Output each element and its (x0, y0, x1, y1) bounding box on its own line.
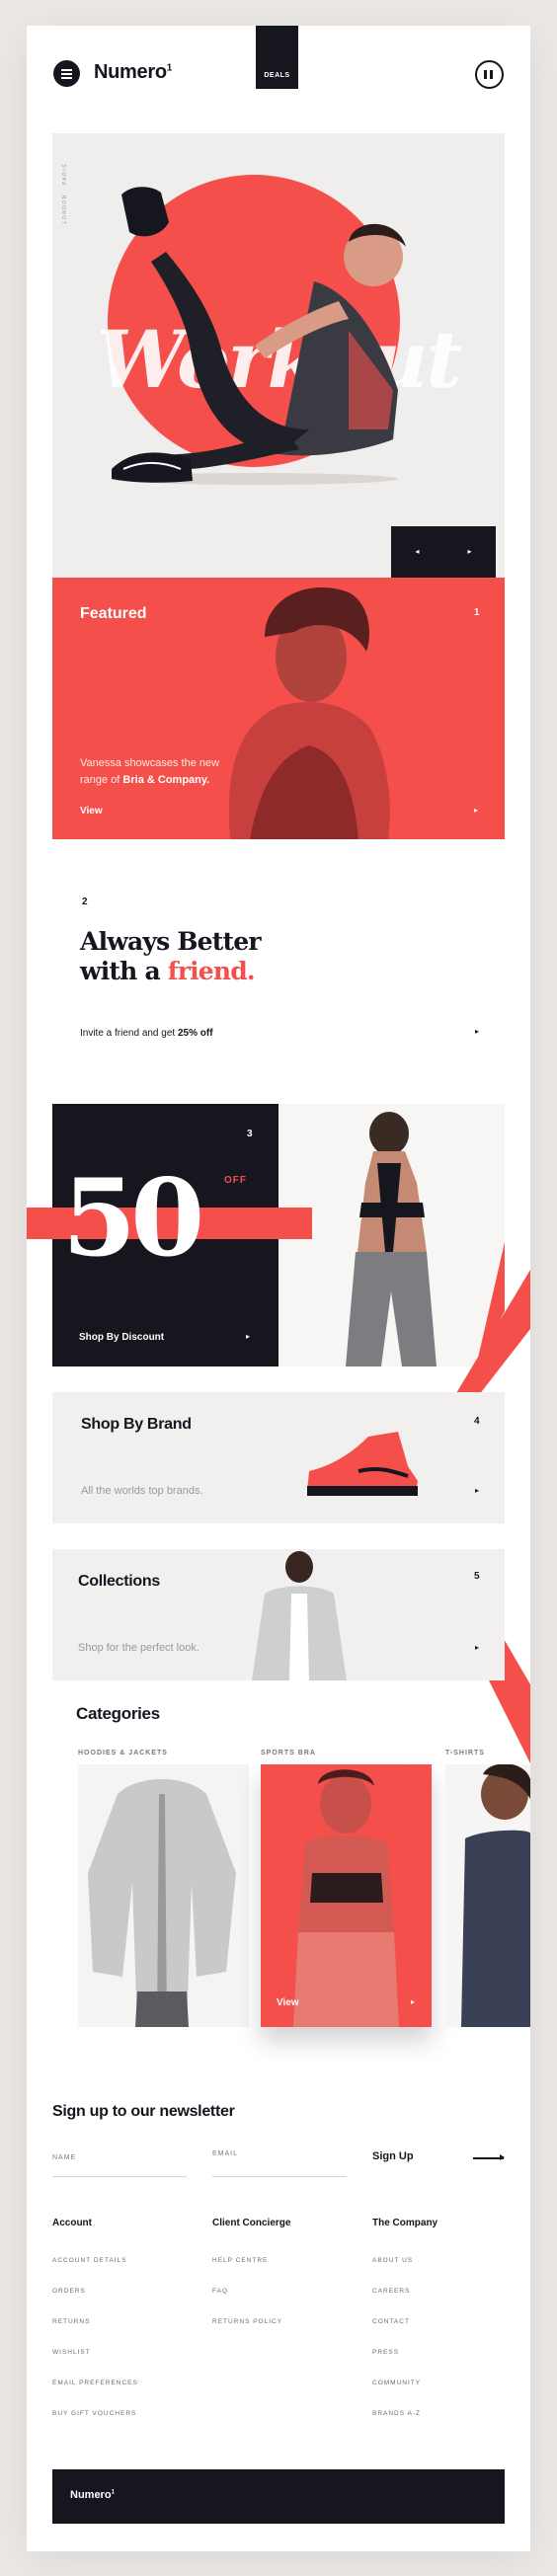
discount-off-label: OFF (224, 1175, 247, 1186)
category-card-tshirts[interactable] (445, 1764, 530, 2027)
shop-by-discount-link[interactable]: Shop By Discount (79, 1332, 164, 1343)
footer-link[interactable]: BRANDS A-Z (372, 2410, 511, 2417)
featured-number: 1 (474, 607, 480, 618)
section-number: 2 (82, 897, 88, 907)
section-number: 5 (474, 1571, 480, 1582)
menu-button[interactable] (53, 60, 80, 87)
featured-card[interactable]: Featured 1 Vanessa showcases the new ran… (52, 578, 505, 839)
chevron-right-icon[interactable]: ▸ (475, 1027, 479, 1036)
brand-title: Shop By Brand (81, 1416, 192, 1433)
chevron-right-icon[interactable]: ▸ (475, 1643, 479, 1652)
footer-heading: Account (52, 2218, 92, 2228)
category-card-sports-bra[interactable] (261, 1764, 432, 2027)
footer-link[interactable]: HELP CENTRE (212, 2257, 351, 2264)
footer-bar (52, 2469, 505, 2524)
footer-link[interactable]: ABOUT US (372, 2257, 511, 2264)
next-arrow-icon[interactable]: ▸ (443, 526, 496, 578)
brand-subtitle: All the worlds top brands. (81, 1485, 203, 1497)
footer-link[interactable]: WISHLIST (52, 2349, 191, 2356)
athlete-figure (112, 187, 406, 485)
footer-link[interactable]: COMMUNITY (372, 2380, 511, 2386)
footer-link[interactable]: CAREERS (372, 2288, 511, 2295)
footer-link[interactable]: RETURNS POLICY (212, 2318, 351, 2325)
footer-column-account: Account ACCOUNT DETAILS ORDERS RETURNS W… (52, 2218, 191, 2417)
name-field[interactable]: NAME (52, 2154, 187, 2174)
tshirt-model-image (461, 1764, 530, 2027)
collections-subtitle: Shop for the perfect look. (78, 1642, 199, 1654)
logo[interactable]: Numero1 (94, 61, 172, 84)
chevron-right-icon[interactable]: ▸ (246, 1332, 250, 1341)
discount-value: 50 (62, 1156, 204, 1281)
category-label[interactable]: HOODIES & JACKETS (78, 1750, 168, 1756)
page: Numero1 DEALS Workout LONDON · PARIS ◂ ▸… (27, 26, 530, 2551)
email-field[interactable]: EMAIL (212, 2150, 347, 2170)
footer-logo[interactable]: Numero1 (70, 2489, 115, 2501)
category-label[interactable]: T-SHIRTS (445, 1750, 485, 1756)
name-field-underline (52, 2176, 187, 2177)
tagline-heading: Always Better with a friend. (80, 927, 262, 985)
decorative-red-stripe (432, 1270, 530, 1763)
footer-link[interactable]: EMAIL PREFERENCES (52, 2380, 191, 2386)
chevron-right-icon[interactable]: ▸ (475, 1486, 479, 1495)
newsletter-title: Sign up to our newsletter (52, 2103, 235, 2120)
category-card-hoodies[interactable] (78, 1764, 249, 2027)
footer-link[interactable]: RETURNS (52, 2318, 191, 2325)
sports-bra-model-image (293, 1769, 399, 2027)
cardigan-model-image (252, 1551, 347, 1680)
invite-friend-link[interactable]: Invite a friend and get 25% off (80, 1028, 213, 1039)
hoodie-model-image (88, 1779, 236, 2027)
hero-banner: Workout LONDON · PARIS ◂ ▸ (52, 133, 505, 578)
email-field-underline (212, 2176, 347, 2177)
arrow-right-icon[interactable] (473, 2154, 505, 2160)
footer-column-concierge: Client Concierge HELP CENTRE FAQ RETURNS… (212, 2218, 351, 2325)
chevron-right-icon[interactable]: ▸ (474, 806, 478, 815)
category-view-link[interactable]: View (277, 1997, 299, 2008)
footer-link[interactable]: PRESS (372, 2349, 511, 2356)
featured-view-link[interactable]: View (80, 806, 103, 817)
sneaker-image (307, 1432, 418, 1496)
footer-link[interactable]: ORDERS (52, 2288, 191, 2295)
chevron-right-icon[interactable]: ▸ (411, 1997, 415, 2006)
sign-up-button[interactable]: Sign Up (372, 2150, 414, 2162)
footer-link[interactable]: BUY GIFT VOUCHERS (52, 2410, 191, 2417)
footer-link[interactable]: CONTACT (372, 2318, 511, 2325)
featured-title: Featured (80, 605, 147, 622)
footer-heading: Client Concierge (212, 2218, 291, 2228)
footer-heading: The Company (372, 2218, 438, 2228)
categories-title: Categories (76, 1704, 160, 1723)
prev-arrow-icon[interactable]: ◂ (391, 526, 443, 578)
footer-link[interactable]: FAQ (212, 2288, 351, 2295)
collections-card[interactable]: Collections Shop for the perfect look. 5… (52, 1549, 505, 1680)
section-number: 3 (247, 1129, 253, 1139)
pause-button[interactable] (475, 60, 504, 89)
hero-carousel-nav: ◂ ▸ (391, 526, 496, 578)
category-label[interactable]: SPORTS BRA (261, 1750, 316, 1756)
section-number: 4 (474, 1416, 480, 1427)
collections-title: Collections (78, 1573, 160, 1590)
footer-link[interactable]: ACCOUNT DETAILS (52, 2257, 191, 2264)
deals-tab[interactable]: DEALS (256, 26, 298, 89)
shop-by-brand-card[interactable]: Shop By Brand All the worlds top brands.… (52, 1392, 505, 1523)
footer-column-company: The Company ABOUT US CAREERS CONTACT PRE… (372, 2218, 511, 2417)
featured-description: Vanessa showcases the new range of Bria … (80, 757, 220, 786)
